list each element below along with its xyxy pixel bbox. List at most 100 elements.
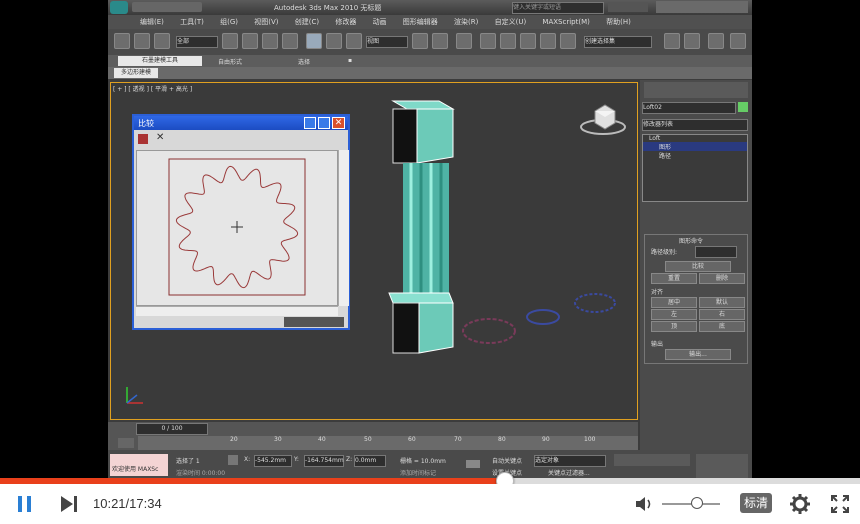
next-icon[interactable] [58, 494, 80, 514]
selection-filter-dropdown[interactable]: 全部 [176, 36, 218, 48]
redo-icon[interactable] [134, 33, 150, 49]
app-logo-icon[interactable] [110, 1, 128, 14]
search-input[interactable]: 键入关键字或短语 [512, 2, 604, 14]
link-icon[interactable] [154, 33, 170, 49]
select-icon[interactable] [222, 33, 238, 49]
playback-controls[interactable] [614, 454, 690, 466]
mirror-icon[interactable] [664, 33, 680, 49]
align-top-button[interactable]: 顶 [651, 321, 697, 332]
x-coordinate-field[interactable]: -545.2mm [254, 455, 292, 467]
window-crossing-icon[interactable] [282, 33, 298, 49]
modifier-list-dropdown[interactable]: 修改器列表 [642, 119, 748, 131]
snap-icon[interactable] [480, 33, 496, 49]
object-color-swatch[interactable] [738, 102, 748, 112]
named-selection-dropdown[interactable]: 创建选择集 [584, 36, 652, 48]
key-filters-button[interactable]: 关键点过滤器... [548, 468, 590, 477]
align-center-button[interactable]: 居中 [651, 297, 697, 308]
stack-item-loft[interactable]: Loft [643, 135, 747, 142]
dialog-title-bar[interactable]: 比较 ✕ [134, 116, 348, 130]
ground-shapes[interactable] [451, 279, 621, 359]
ribbon-tab-freeform[interactable]: 自由形式 [218, 57, 242, 66]
menu-group[interactable]: 组(G) [220, 18, 238, 26]
pause-icon[interactable] [16, 494, 34, 514]
scale-icon[interactable] [346, 33, 362, 49]
viewcube-icon[interactable] [579, 101, 627, 137]
time-slider[interactable]: 0 / 100 [136, 423, 208, 435]
y-coordinate-field[interactable]: -164.754mm [304, 455, 344, 467]
menu-tools[interactable]: 工具(T) [180, 18, 204, 26]
lock-selection-icon[interactable] [228, 455, 238, 465]
selected-object-dropdown[interactable]: 选定对象 [534, 455, 606, 467]
output-button[interactable]: 输出... [665, 349, 731, 360]
minimize-button[interactable] [304, 117, 316, 129]
maxscript-listener[interactable]: 欢迎使用 MAXSc [110, 454, 168, 476]
move-icon[interactable] [306, 33, 322, 49]
align-bottom-button[interactable]: 底 [699, 321, 745, 332]
fullscreen-icon[interactable] [830, 494, 850, 514]
manipulate-icon[interactable] [432, 33, 448, 49]
info-center-icons[interactable] [608, 2, 648, 12]
key-icon[interactable] [466, 460, 480, 468]
settings-gear-icon[interactable] [789, 493, 811, 515]
add-time-tag[interactable]: 添加时间标记 [400, 468, 436, 477]
compare-canvas[interactable] [136, 150, 338, 306]
command-panel-tabs[interactable] [644, 82, 748, 98]
menu-graph-editors[interactable]: 图形编辑器 [403, 18, 438, 26]
mini-curve-editor-icon[interactable] [118, 438, 134, 448]
align-right-button[interactable]: 右 [699, 309, 745, 320]
compare-dialog[interactable]: 比较 ✕ ✕ [132, 114, 350, 330]
dialog-nav-icons[interactable] [284, 317, 344, 327]
quality-button[interactable]: 标清 [740, 493, 772, 513]
compare-button[interactable]: 比较 [665, 261, 731, 272]
spinner-snap-icon[interactable] [540, 33, 556, 49]
volume-icon[interactable] [634, 494, 656, 514]
render-icon[interactable] [730, 33, 746, 49]
reference-coord-dropdown[interactable]: 视图 [366, 36, 408, 48]
volume-handle[interactable] [690, 497, 703, 509]
video-frame[interactable]: Autodesk 3ds Max 2010 无标题 键入关键字或短语 编辑(E)… [108, 0, 752, 480]
z-coordinate-field[interactable]: 0.0mm [354, 455, 386, 467]
close-icon[interactable]: ✕ [332, 117, 345, 129]
menu-modifiers[interactable]: 修改器 [335, 18, 356, 26]
viewport-nav-controls[interactable] [696, 454, 748, 478]
pick-shape-icon[interactable] [138, 134, 148, 144]
menu-animation[interactable]: 动画 [373, 18, 387, 26]
menu-edit[interactable]: 编辑(E) [140, 18, 164, 26]
path-level-input[interactable] [695, 246, 737, 258]
ribbon-tab-graphite[interactable]: 石墨建模工具 [118, 56, 202, 66]
align-left-button[interactable]: 左 [651, 309, 697, 320]
viewport-label[interactable]: [ + ] [ 透视 ] [ 平滑 + 高光 ] [113, 84, 192, 93]
material-editor-icon[interactable] [708, 33, 724, 49]
undo-icon[interactable] [114, 33, 130, 49]
menu-views[interactable]: 视图(V) [254, 18, 278, 26]
menu-help[interactable]: 帮助(H) [606, 18, 631, 26]
percent-snap-icon[interactable] [520, 33, 536, 49]
auto-key-button[interactable]: 自动关键点 [492, 456, 522, 465]
menu-create[interactable]: 创建(C) [295, 18, 319, 26]
rotate-icon[interactable] [326, 33, 342, 49]
modifier-stack[interactable]: Loft 图形 路径 [642, 134, 748, 202]
keyboard-shortcut-icon[interactable] [456, 33, 472, 49]
track-bar[interactable]: 20 30 40 50 60 70 80 90 100 [138, 436, 638, 450]
rect-region-icon[interactable] [262, 33, 278, 49]
ribbon-tab-extra[interactable]: ▪ [348, 57, 352, 64]
horizontal-scrollbar[interactable] [136, 306, 338, 316]
ribbon-tab-selection[interactable]: 选择 [298, 57, 310, 66]
angle-snap-icon[interactable] [500, 33, 516, 49]
edit-named-sets-icon[interactable] [560, 33, 576, 49]
reset-button[interactable]: 重置 [651, 273, 697, 284]
delete-button[interactable]: 删除 [699, 273, 745, 284]
align-default-button[interactable]: 默认 [699, 297, 745, 308]
stack-buttons[interactable] [644, 206, 748, 220]
window-controls[interactable] [656, 1, 748, 13]
menu-maxscript[interactable]: MAXScript(M) [542, 18, 589, 26]
pivot-icon[interactable] [412, 33, 428, 49]
select-by-name-icon[interactable] [242, 33, 258, 49]
stack-item-shape[interactable]: 图形 [643, 142, 747, 151]
stack-item-path[interactable]: 路径 [643, 151, 747, 160]
quick-access-toolbar[interactable] [132, 2, 202, 12]
timeline[interactable]: 0 / 100 20 30 40 50 60 70 80 90 100 [108, 422, 638, 450]
align-icon[interactable] [684, 33, 700, 49]
object-name-field[interactable]: Loft02 [642, 102, 736, 114]
polygon-modeling-tab[interactable]: 多边形建模 [114, 68, 158, 78]
